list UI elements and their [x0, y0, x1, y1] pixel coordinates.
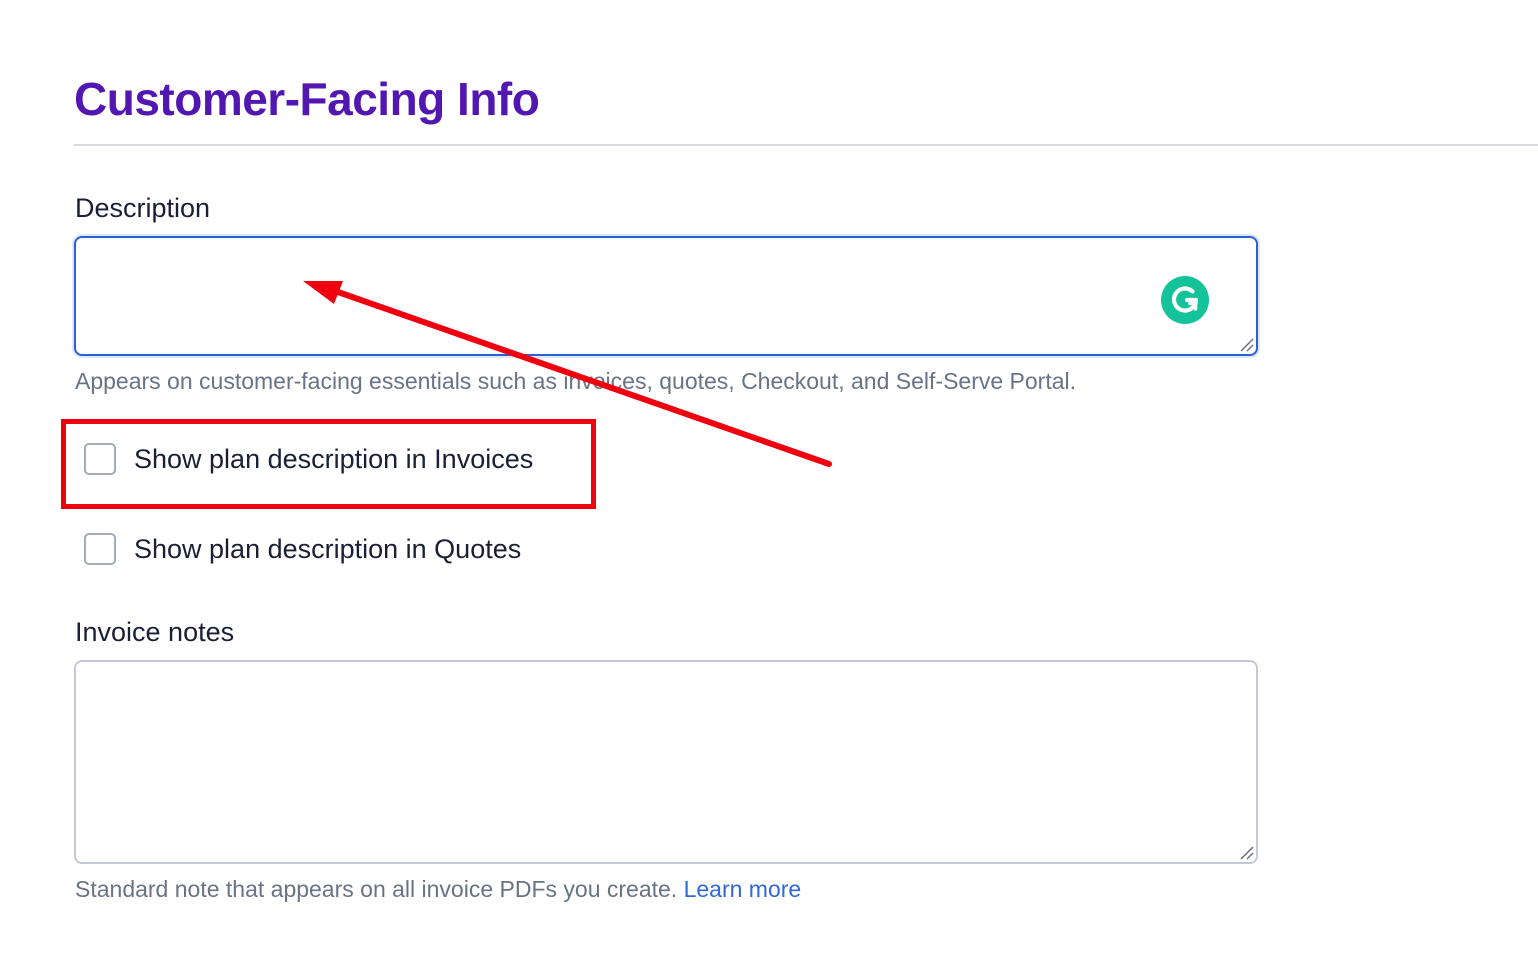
section-title: Customer-Facing Info [74, 73, 540, 125]
invoice-notes-label: Invoice notes [75, 617, 235, 647]
show-in-invoices-label: Show plan description in Invoices [134, 444, 534, 474]
show-in-invoices-option[interactable]: Show plan description in Invoices [84, 441, 533, 477]
show-in-quotes-label: Show plan description in Quotes [134, 534, 522, 564]
invoice-notes-help-text: Standard note that appears on all invoic… [75, 874, 801, 904]
invoice-notes-field-container [74, 660, 1258, 864]
invoice-notes-textarea[interactable] [76, 662, 1256, 862]
resize-handle-icon[interactable] [1238, 336, 1254, 352]
description-field-container [74, 236, 1258, 356]
grammarly-icon[interactable] [1161, 276, 1209, 324]
show-in-quotes-option[interactable]: Show plan description in Quotes [84, 531, 521, 567]
show-in-quotes-checkbox[interactable] [84, 533, 116, 565]
resize-handle-icon[interactable] [1238, 844, 1254, 860]
show-in-invoices-checkbox[interactable] [84, 443, 116, 475]
section-divider [74, 144, 1538, 146]
description-help-text: Appears on customer-facing essentials su… [75, 368, 1077, 394]
invoice-notes-help-copy: Standard note that appears on all invoic… [75, 876, 678, 902]
learn-more-link[interactable]: Learn more [684, 876, 802, 902]
description-textarea[interactable] [76, 238, 1256, 354]
description-label: Description [75, 193, 211, 223]
